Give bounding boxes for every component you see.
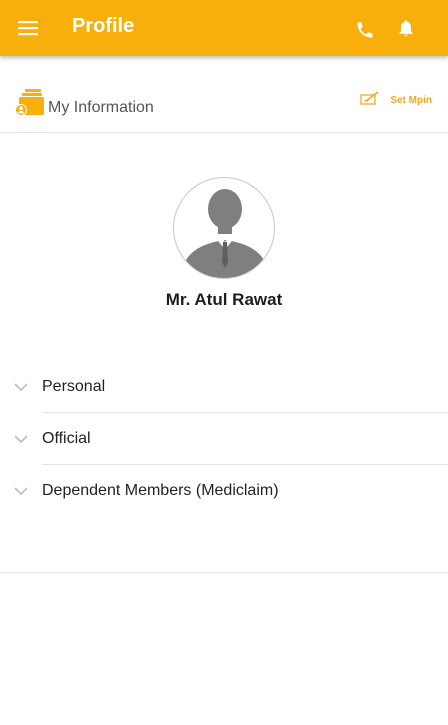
accordion-label: Official xyxy=(42,430,91,447)
chevron-down-icon xyxy=(13,432,29,446)
avatar xyxy=(173,177,275,279)
accordion-personal[interactable]: Personal xyxy=(0,361,448,413)
profile-name: Mr. Atul Rawat xyxy=(165,290,283,309)
set-mpin-button[interactable]: Set Mpin xyxy=(360,90,432,111)
phone-icon[interactable] xyxy=(351,16,379,44)
divider xyxy=(0,572,448,573)
accordion-official[interactable]: Official xyxy=(0,413,448,465)
accordion-dependent-members[interactable]: Dependent Members (Mediclaim) xyxy=(0,465,448,517)
edit-pen-icon xyxy=(360,90,380,111)
accordion-label: Personal xyxy=(42,378,106,395)
hamburger-menu-icon[interactable] xyxy=(12,12,44,44)
chevron-down-icon xyxy=(13,484,29,498)
app-bar: Profile xyxy=(0,0,448,56)
info-sections-accordion: Personal Official Dependent Members (Med… xyxy=(0,361,448,517)
person-silhouette-icon xyxy=(180,189,270,278)
my-information-header: My Information Set Mpin xyxy=(0,56,448,133)
bell-icon[interactable] xyxy=(393,15,419,41)
accordion-label: Dependent Members (Mediclaim) xyxy=(42,482,279,499)
folder-user-icon xyxy=(15,89,45,117)
chevron-down-icon xyxy=(13,380,29,394)
set-mpin-label: Set Mpin xyxy=(390,95,432,106)
section-title: My Information xyxy=(48,99,154,116)
page-title: Profile xyxy=(72,15,135,37)
